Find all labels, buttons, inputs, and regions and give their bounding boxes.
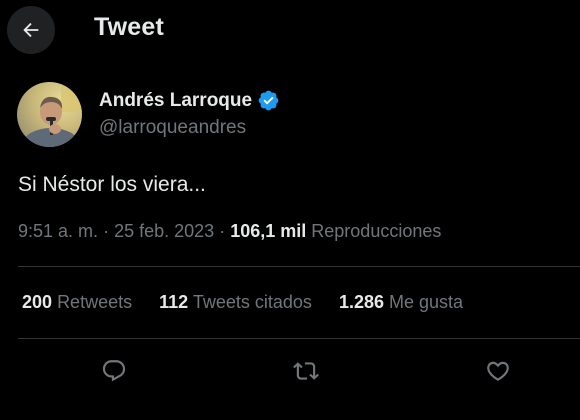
tweet-date[interactable]: 25 feb. 2023 [114, 221, 214, 241]
author-handle[interactable]: @larroqueandres [99, 117, 246, 139]
views-label: Reproducciones [311, 221, 442, 241]
divider [18, 266, 580, 267]
meta-separator: · [103, 221, 110, 241]
verified-badge-icon [258, 90, 279, 111]
retweets-label: Retweets [57, 292, 133, 312]
meta-separator: · [219, 221, 226, 241]
tweet-meta: 9:51 a. m. · 25 feb. 2023 · 106,1 mil Re… [18, 221, 441, 242]
header: Tweet [0, 0, 580, 58]
likes-stat[interactable]: 1.286 Me gusta [339, 292, 463, 313]
views-count: 106,1 mil [230, 221, 307, 241]
arrow-left-icon [23, 22, 39, 38]
tweet-page: Tweet Andrés Larroque @larroqueandres Si… [0, 0, 580, 420]
likes-label: Me gusta [389, 292, 464, 312]
retweets-count: 200 [22, 292, 53, 312]
like-icon [487, 361, 509, 381]
quotes-label: Tweets citados [192, 292, 312, 312]
retweet-icon [293, 362, 319, 380]
reply-icon [102, 360, 126, 382]
tweet-text: Si Néstor los viera... [18, 173, 206, 196]
divider [18, 338, 580, 339]
avatar[interactable] [17, 82, 82, 147]
back-button[interactable] [7, 6, 55, 54]
likes-count: 1.286 [338, 292, 384, 312]
reply-button[interactable] [99, 356, 129, 386]
retweets-stat[interactable]: 200 Retweets [22, 292, 132, 313]
tweet-stats: 200 Retweets 112 Tweets citados 1.286 Me… [22, 292, 463, 313]
author-name[interactable]: Andrés Larroque [99, 89, 280, 112]
author-name-text: Andrés Larroque [99, 89, 253, 111]
tweet-time[interactable]: 9:51 a. m. [18, 221, 98, 241]
like-button[interactable] [483, 356, 513, 386]
page-title: Tweet [94, 13, 164, 41]
quotes-count: 112 [159, 292, 189, 312]
quotes-stat[interactable]: 112 Tweets citados [159, 292, 312, 313]
retweet-button[interactable] [291, 356, 321, 386]
